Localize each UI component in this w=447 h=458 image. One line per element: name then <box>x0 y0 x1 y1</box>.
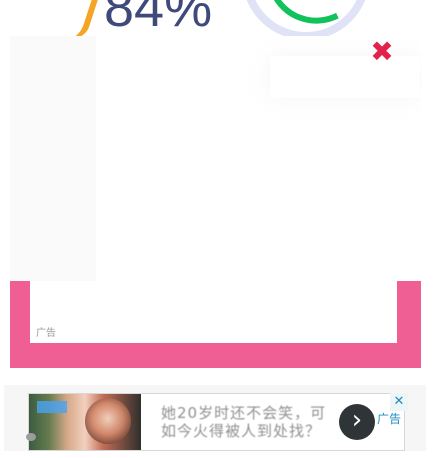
progress-arc-icon <box>57 0 99 36</box>
percent-value: 84% <box>104 0 213 36</box>
banner-ad-content[interactable]: 她20岁时还不会笑，可 如今火得被人到处找？ › <box>28 393 405 451</box>
ad-image-face <box>85 398 131 444</box>
ad-image <box>29 394 141 450</box>
banner-ad[interactable]: 她20岁时还不会笑，可 如今火得被人到处找？ › ✕ 广告 <box>4 385 426 451</box>
ad-label: 广告 <box>36 328 56 339</box>
faded-ad-header <box>270 56 420 98</box>
ad-image-highlight <box>37 401 67 413</box>
banner-ad-label: 广告 <box>377 412 402 426</box>
close-icon[interactable]: ✕ <box>390 393 408 411</box>
popup-ad: ✖ 广告 <box>10 36 421 368</box>
ad-frame <box>10 281 421 368</box>
close-icon[interactable]: ✖ <box>370 38 394 66</box>
ad-headline-line-2: 如今火得被人到处找？ <box>161 422 322 440</box>
ad-frame-inner <box>30 281 397 343</box>
dot-icon <box>26 433 36 441</box>
ad-headline-line-1: 她20岁时还不会笑，可 <box>161 404 327 422</box>
ad-headline: 她20岁时还不会笑，可 如今火得被人到处找？ <box>161 404 341 440</box>
status-card: 84% <box>10 0 431 36</box>
app-screen: 84% ✖ 广告 她20岁时还不会笑，可 如今火得被人到处找？ › ✕ 广告 <box>0 0 447 458</box>
faded-ad-content <box>10 36 96 281</box>
chevron-right-icon[interactable]: › <box>339 404 375 440</box>
